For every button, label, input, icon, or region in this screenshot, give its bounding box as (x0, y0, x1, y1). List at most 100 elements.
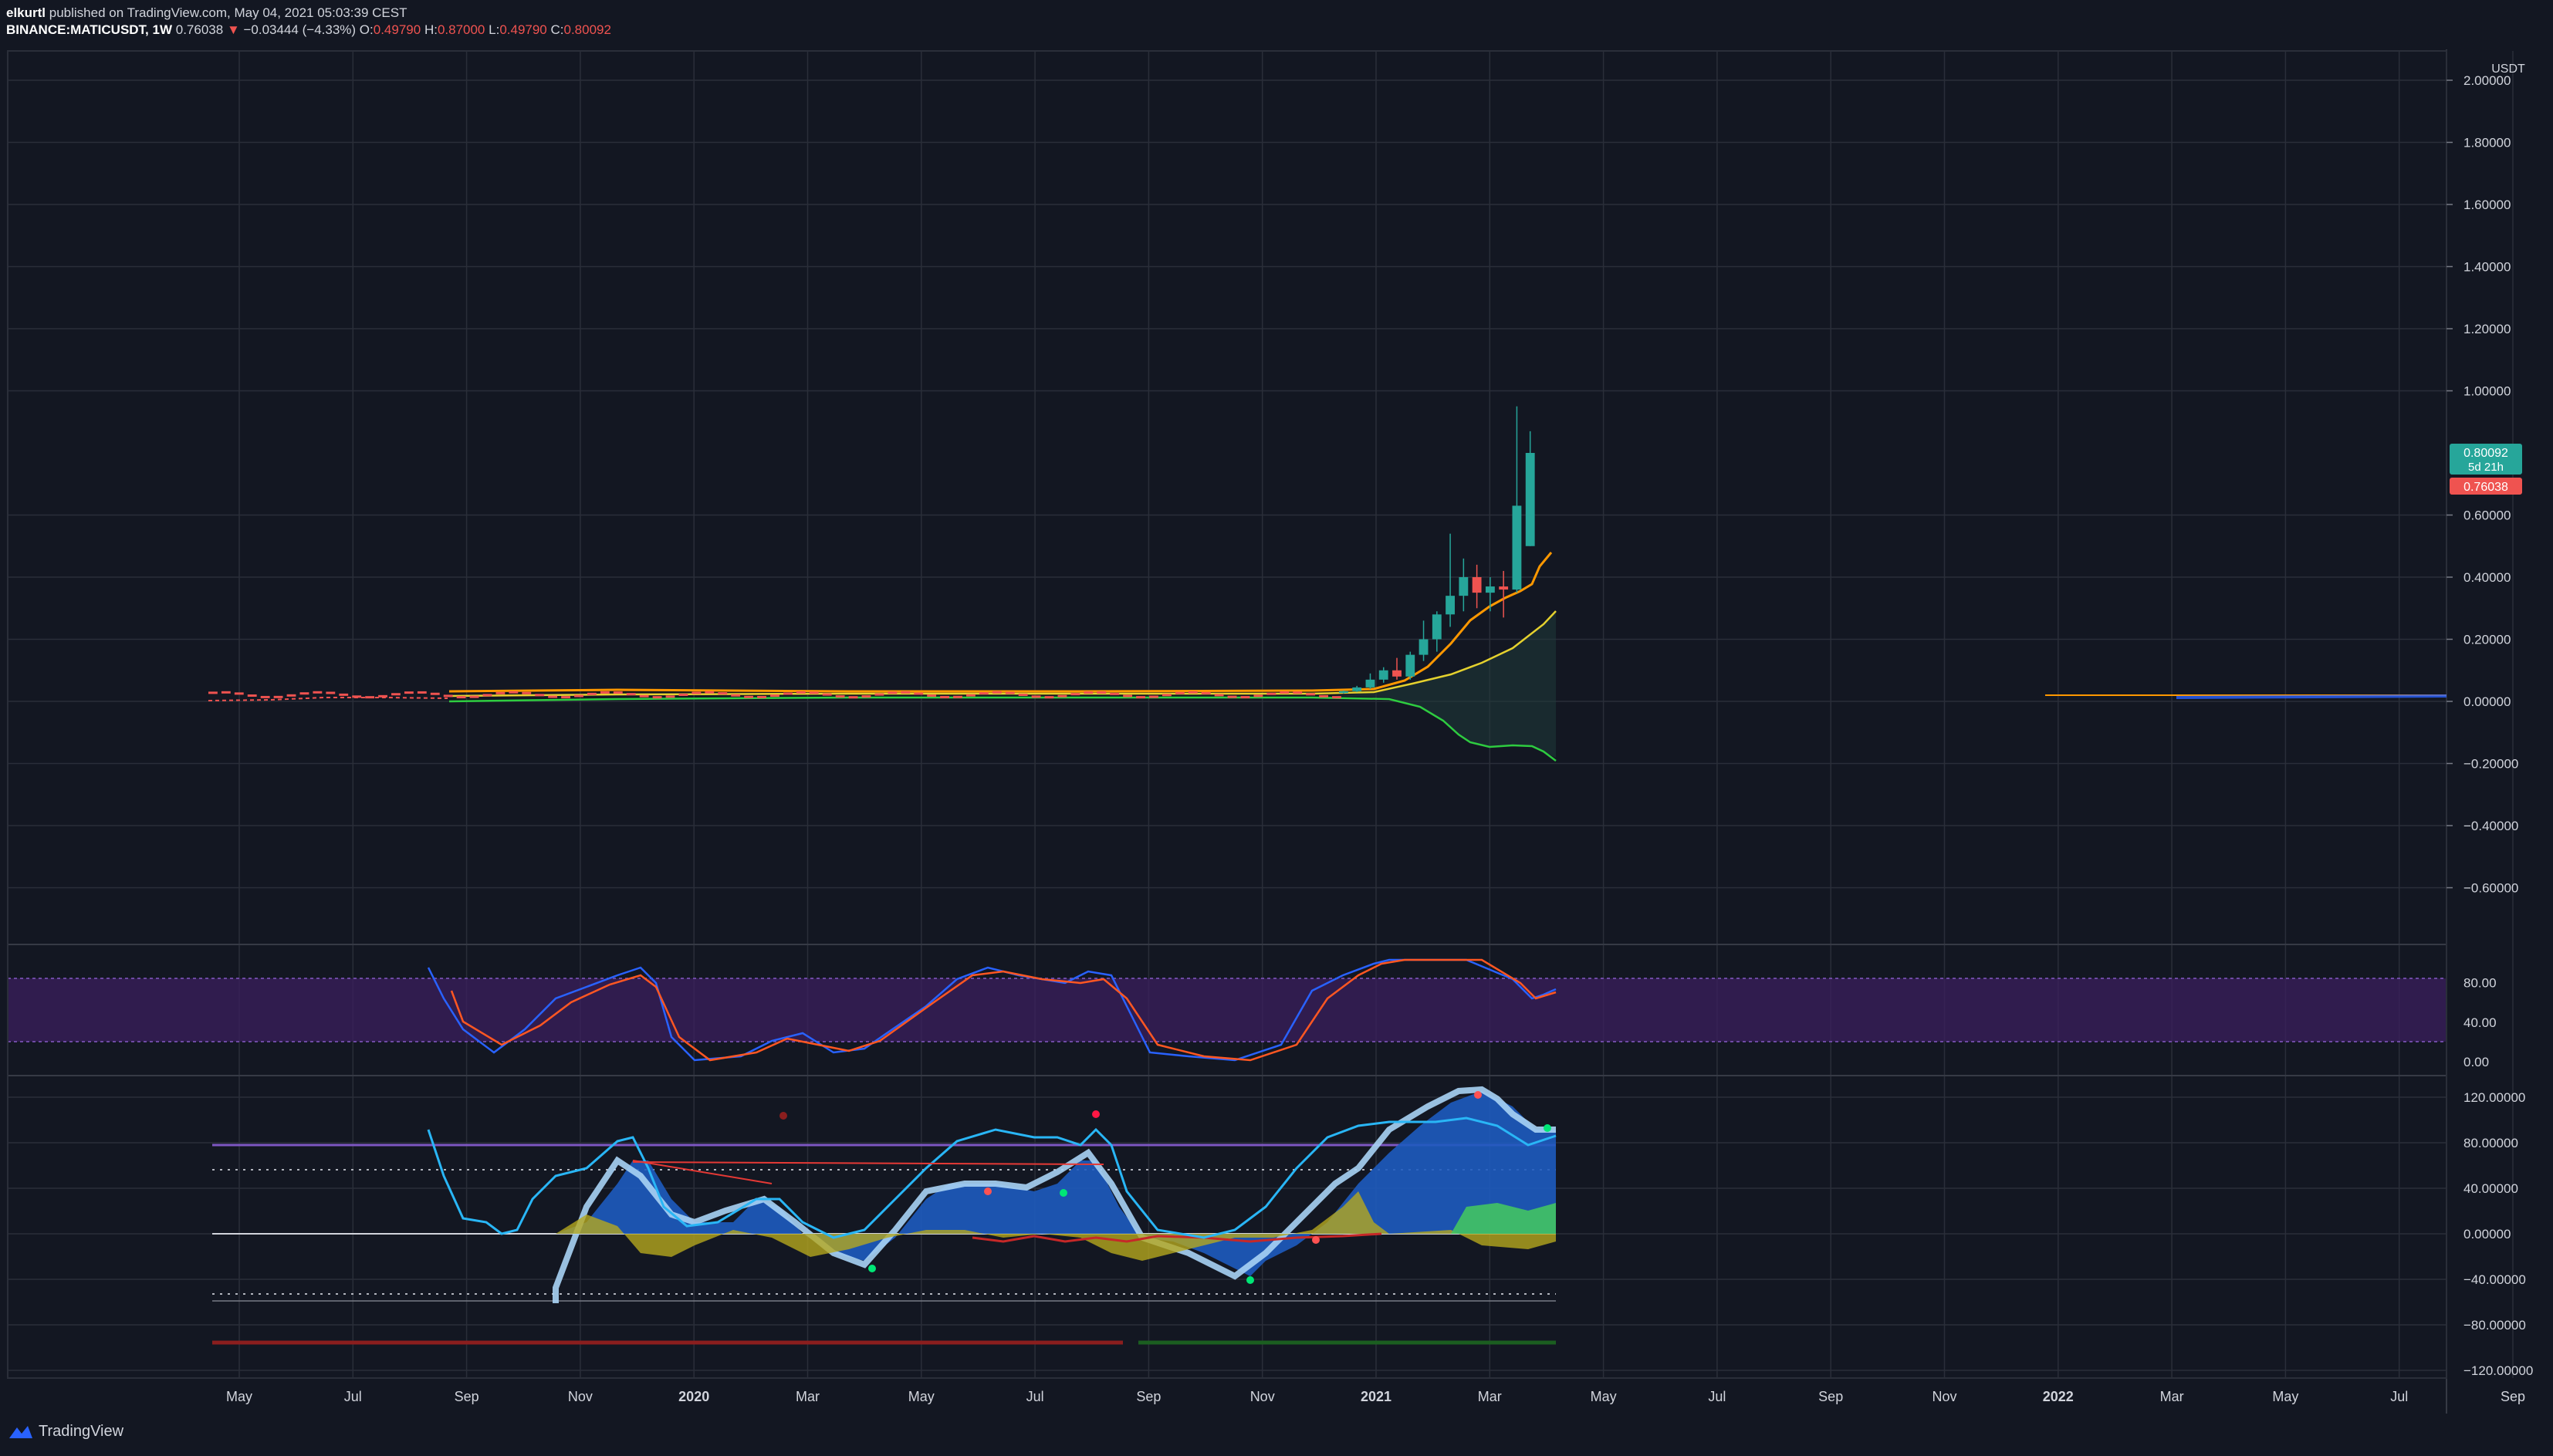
candle (221, 691, 231, 694)
candle (495, 691, 506, 694)
candle (509, 691, 519, 694)
candle (914, 692, 924, 695)
candle (1280, 691, 1290, 694)
tradingview-brand[interactable]: TradingView (39, 1423, 123, 1441)
close-value: 0.80092 (563, 22, 611, 37)
candle (260, 695, 270, 698)
candle (430, 692, 440, 695)
future-projection-line-2 (2176, 694, 2447, 699)
candle (587, 692, 597, 695)
time-tick-label: Jul (344, 1389, 362, 1404)
time-tick-label: 2021 (1361, 1389, 1391, 1404)
osc-dot-green (1544, 1124, 1551, 1132)
candle (365, 696, 375, 699)
candle (1499, 586, 1509, 590)
candle (901, 691, 911, 694)
candle (1319, 694, 1328, 698)
osc-tick-label: 80.00000 (2463, 1136, 2518, 1150)
stoch-tick-label: 0.00 (2463, 1055, 2489, 1069)
osc-dot-red (779, 1112, 787, 1120)
high-value: 0.87000 (437, 22, 485, 37)
open-value: 0.49790 (373, 22, 421, 37)
candle (1188, 691, 1198, 694)
author-name[interactable]: elkurtl (6, 5, 46, 20)
time-tick-label: Mar (2160, 1389, 2184, 1404)
candle (339, 693, 349, 696)
osc-tick-label: −40.00000 (2463, 1272, 2526, 1287)
price-tick-label: 1.00000 (2463, 384, 2511, 399)
candle (1031, 695, 1041, 698)
candle (600, 691, 610, 694)
chart-header: elkurtl published on TradingView.com, Ma… (6, 5, 611, 39)
osc-tick-label: −80.00000 (2463, 1318, 2526, 1333)
time-tick-label: Sep (455, 1389, 479, 1404)
low-label: L: (489, 22, 500, 37)
candle (469, 695, 479, 698)
tradingview-logo-icon[interactable] (8, 1423, 34, 1441)
price-tick-label: 1.60000 (2463, 198, 2511, 212)
candle (1214, 694, 1224, 697)
candle (770, 694, 779, 698)
candle (1459, 577, 1469, 596)
time-tick-label: May (226, 1389, 252, 1404)
candle (652, 696, 662, 699)
low-value: 0.49790 (499, 22, 547, 37)
candle (1405, 654, 1415, 677)
time-tick-label: Nov (1932, 1389, 1956, 1404)
stoch-band (8, 978, 2446, 1042)
candle (1293, 691, 1303, 694)
candle (848, 696, 858, 699)
candle (417, 691, 427, 694)
candle (286, 694, 296, 697)
candle (1097, 691, 1107, 694)
time-tick-label: May (1591, 1389, 1617, 1404)
candle (1123, 694, 1133, 698)
osc-dot-green (1246, 1276, 1254, 1284)
candle (835, 695, 845, 698)
time-axis[interactable]: May Jul Sep Nov 2020 Mar May Jul Sep Nov 2021 Mar Ma… (226, 1389, 2525, 1404)
candle (979, 692, 989, 695)
candle (639, 694, 649, 698)
time-tick-label: Nov (568, 1389, 593, 1404)
candle (234, 692, 244, 695)
candle (1472, 577, 1482, 593)
price-tick-label: 0.20000 (2463, 633, 2511, 647)
candle (1339, 691, 1348, 694)
candle (940, 695, 949, 698)
osc-tick-label: 120.00000 (2463, 1090, 2525, 1105)
osc-dot-red (984, 1187, 992, 1195)
candle (352, 695, 362, 698)
candle (326, 691, 336, 694)
time-tick-label: Jul (1708, 1389, 1726, 1404)
chart-canvas[interactable]: 0.80092 5d 21h 0.76038 USDT 2.000001.800… (0, 49, 2553, 1414)
candle (1149, 695, 1158, 698)
time-tick-label: May (2272, 1389, 2298, 1404)
candle (1392, 670, 1402, 677)
candle (1201, 691, 1211, 694)
candle (888, 691, 898, 694)
candle (299, 692, 309, 695)
candle (313, 691, 323, 694)
open-label: O: (359, 22, 374, 37)
candle (1432, 614, 1442, 640)
osc-tick-label: 0.00000 (2463, 1227, 2511, 1241)
candle (1352, 687, 1362, 691)
time-tick-label: Mar (1478, 1389, 1502, 1404)
price-tick-label: −0.40000 (2463, 819, 2518, 833)
price-change: −0.03444 (−4.33%) (243, 22, 357, 37)
candle (626, 693, 636, 696)
candle (744, 695, 754, 698)
candle (1162, 694, 1172, 697)
price-tick-label: 0.40000 (2463, 570, 2511, 585)
candle (1253, 694, 1263, 698)
candle (443, 694, 453, 698)
candle (874, 693, 884, 696)
candle (1070, 693, 1080, 696)
time-tick-label: May (908, 1389, 935, 1404)
last-badge: 0.76038 (2463, 481, 2508, 494)
candle (1365, 679, 1375, 687)
candle (1044, 696, 1054, 699)
price-tick-label: −0.20000 (2463, 757, 2518, 772)
candle (822, 693, 832, 696)
candle (1378, 670, 1388, 680)
